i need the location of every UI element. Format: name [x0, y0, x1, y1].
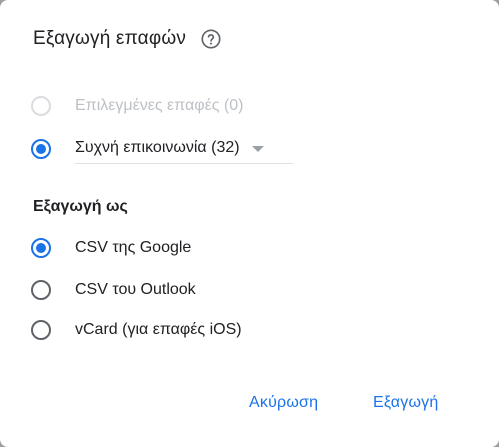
dialog-title: Εξαγωγή επαφών: [33, 28, 187, 49]
export-button[interactable]: Εξαγωγή: [373, 394, 438, 412]
radio-label: CSV της Google: [75, 239, 192, 256]
radio-button[interactable]: [31, 138, 51, 159]
select-value: Συχνή επικοινωνία (32): [75, 139, 240, 156]
radio-button[interactable]: [31, 280, 51, 300]
radio-label: vCard (για επαφές iOS): [75, 321, 242, 338]
radio-selected-contacts: Επιλεγμένες επαφές (0): [31, 96, 243, 116]
export-contacts-dialog: Εξαγωγή επαφών Επιλεγμένες επαφές (0) Συ…: [0, 0, 499, 447]
export-as-heading: Εξαγωγή ως: [33, 198, 128, 215]
contact-group-select[interactable]: Συχνή επικοινωνία (32): [75, 139, 293, 164]
cancel-button[interactable]: Ακύρωση: [249, 394, 318, 412]
radio-button: [31, 96, 51, 116]
radio-label: Επιλεγμένες επαφές (0): [75, 97, 244, 114]
radio-outlook-csv[interactable]: CSV του Outlook: [31, 280, 196, 300]
dropdown-arrow-icon[interactable]: [251, 146, 264, 152]
radio-google-csv[interactable]: CSV της Google: [31, 238, 191, 258]
radio-label: CSV του Outlook: [75, 281, 196, 298]
dialog-header: Εξαγωγή επαφών: [33, 28, 222, 50]
radio-frequent-contacts[interactable]: Συχνή επικοινωνία (32): [31, 136, 293, 164]
radio-vcard[interactable]: vCard (για επαφές iOS): [31, 320, 242, 340]
help-circle-icon[interactable]: [200, 28, 222, 50]
radio-button[interactable]: [31, 238, 51, 258]
radio-button[interactable]: [31, 320, 51, 340]
